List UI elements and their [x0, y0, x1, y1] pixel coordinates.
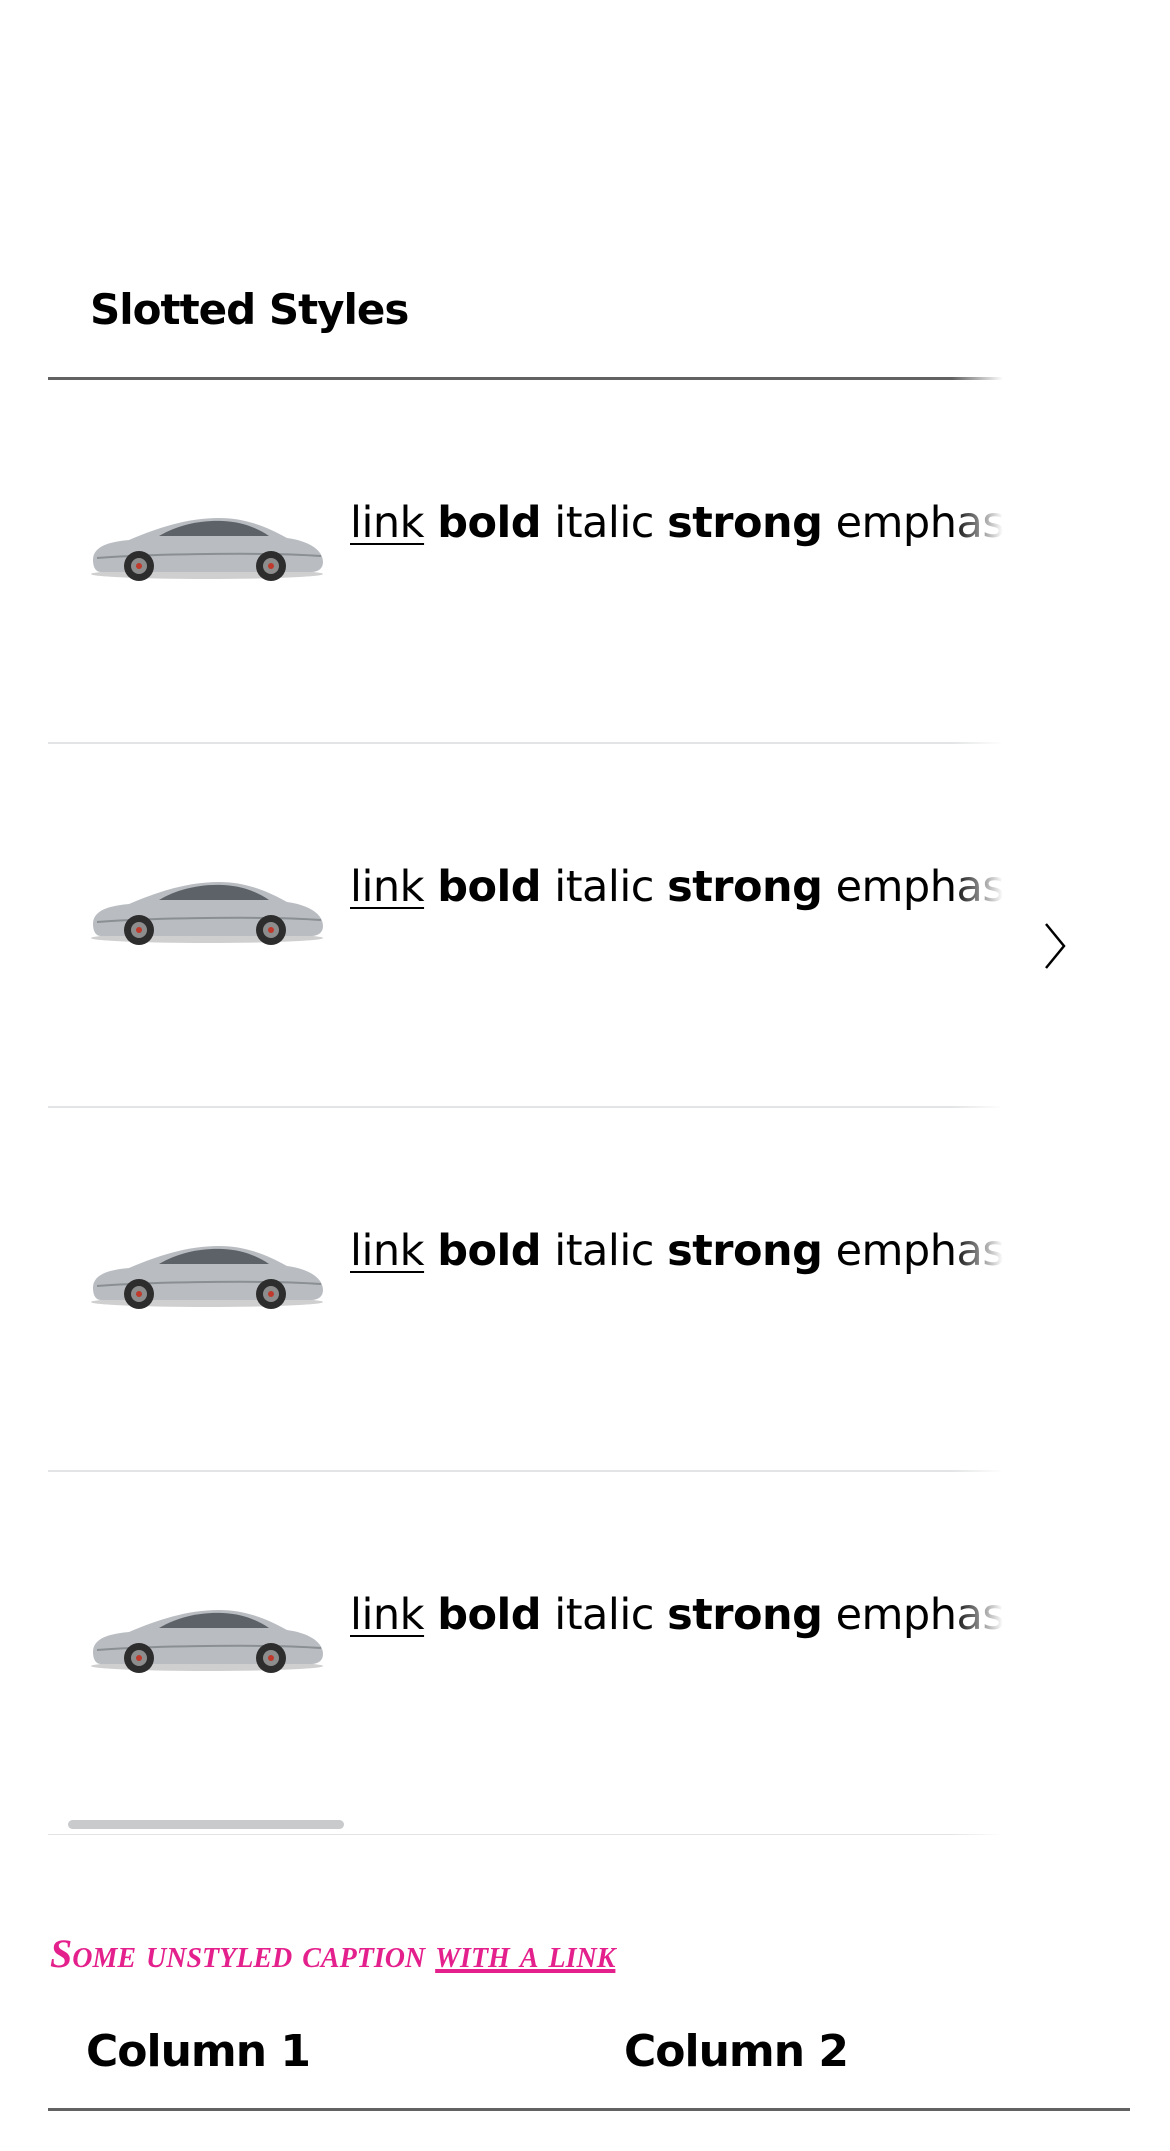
table-caption: Some unstyled caption with a link	[50, 1930, 615, 1977]
row-bold-text: bold	[437, 1226, 542, 1276]
row-text: link bold italic strong emphasized	[350, 862, 1012, 912]
row-link[interactable]: link	[350, 862, 425, 912]
car-image	[91, 1610, 323, 1673]
caption-text: Some unstyled caption	[50, 1931, 436, 1976]
row-link[interactable]: link	[350, 1226, 425, 1276]
second-table-header-row: Column 1 Column 2	[48, 2010, 1130, 2111]
row-link[interactable]: link	[350, 1590, 425, 1640]
row-strong-text: strong	[667, 1226, 823, 1276]
horizontal-scrollbar-thumb[interactable]	[68, 1820, 344, 1829]
row-bold-text: bold	[437, 862, 542, 912]
caption-link[interactable]: with a link	[435, 1931, 615, 1976]
row-text: link bold italic strong emphasized	[350, 1590, 1012, 1640]
row-text: link bold italic strong emphasized	[350, 498, 1012, 548]
table-row: link bold italic strong emphasized	[48, 744, 1012, 1108]
table-row: link bold italic strong emphasized	[48, 1472, 1012, 1835]
row-strong-text: strong	[667, 498, 823, 548]
row-italic-text: italic	[554, 498, 654, 548]
row-link[interactable]: link	[350, 498, 425, 548]
row-bold-text: bold	[437, 1590, 542, 1640]
car-image	[91, 518, 323, 581]
row-emphasized-text: emphasized	[835, 862, 1012, 912]
row-emphasized-text: emphasized	[835, 1590, 1012, 1640]
row-bold-text: bold	[437, 498, 542, 548]
row-italic-text: italic	[554, 862, 654, 912]
row-italic-text: italic	[554, 1226, 654, 1276]
table-row: link bold italic strong emphasized	[48, 380, 1012, 744]
table-header-cell[interactable]: Slotted Styles	[90, 285, 409, 334]
column-header-2[interactable]: Column 2	[624, 2026, 849, 2077]
row-italic-text: italic	[554, 1590, 654, 1640]
column-header-1[interactable]: Column 1	[86, 2026, 311, 2077]
scrollable-table[interactable]: Slotted Styles link bold italic strong e…	[48, 255, 1012, 1835]
row-emphasized-text: emphasized	[835, 498, 1012, 548]
row-strong-text: strong	[667, 1590, 823, 1640]
table-row: link bold italic strong emphasized	[48, 1108, 1012, 1472]
car-image	[91, 1246, 323, 1309]
car-image	[91, 882, 323, 945]
row-emphasized-text: emphasized	[835, 1226, 1012, 1276]
table-header-row: Slotted Styles	[48, 255, 1012, 380]
row-strong-text: strong	[667, 862, 823, 912]
chevron-right-icon[interactable]	[1040, 920, 1070, 972]
row-text: link bold italic strong emphasized	[350, 1226, 1012, 1276]
